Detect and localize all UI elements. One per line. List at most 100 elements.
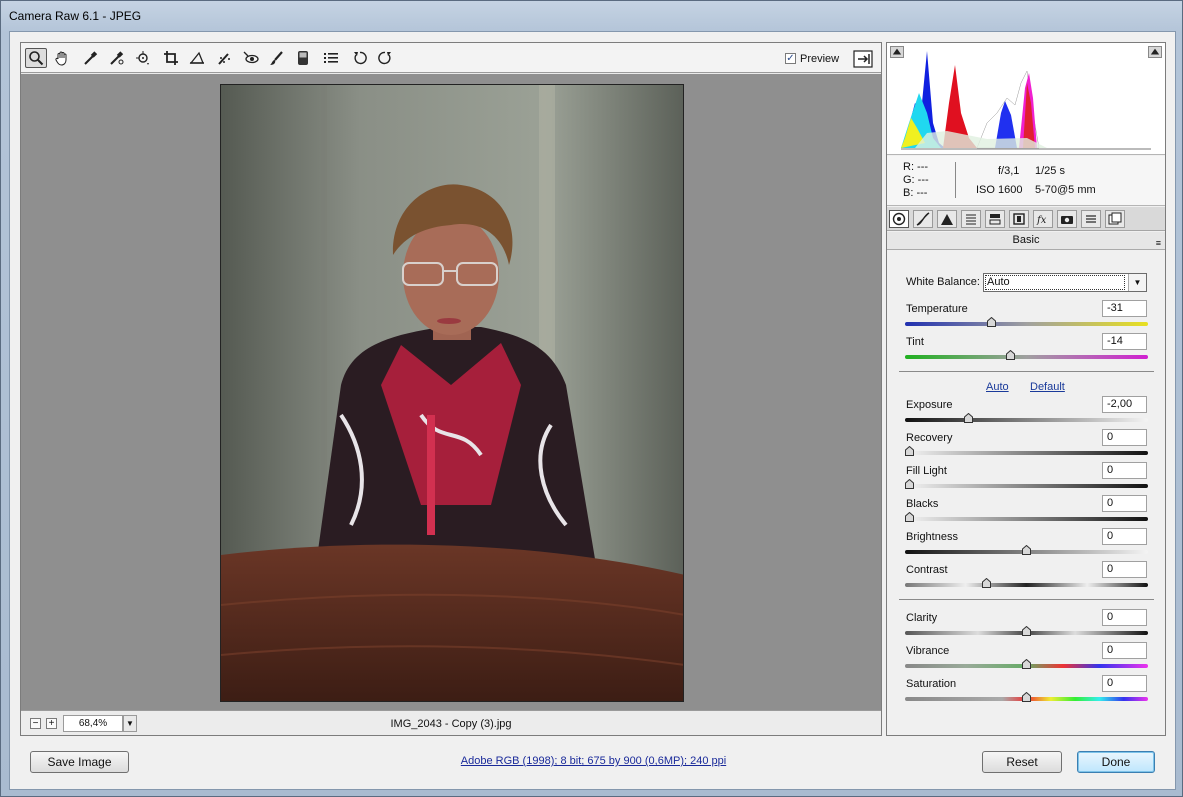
iso-value: ISO 1600 <box>976 184 1023 196</box>
graduated-filter-icon[interactable] <box>292 48 314 68</box>
panel-header: Basic ≡ <box>887 232 1165 250</box>
blacks-slider[interactable] <box>905 517 1148 521</box>
preview-pane: ✓ Preview − + 68,4% ▼ IMG_2043 - Copy (3… <box>20 42 882 736</box>
split-toning-tab-icon[interactable] <box>985 210 1005 228</box>
histogram-graph <box>901 51 1151 150</box>
done-button[interactable]: Done <box>1077 751 1155 773</box>
color-sampler-icon[interactable] <box>105 48 127 68</box>
target-adjust-icon[interactable] <box>132 48 154 68</box>
tint-label: Tint <box>906 336 924 348</box>
brightness-field[interactable]: 0 <box>1102 528 1147 545</box>
contrast-slider[interactable] <box>905 583 1148 587</box>
filename-label: IMG_2043 - Copy (3).jpg <box>390 718 512 730</box>
title-bar[interactable]: Camera Raw 6.1 - JPEG <box>1 1 1182 31</box>
preview-checkbox[interactable]: ✓ <box>785 53 796 64</box>
histogram <box>887 43 1165 155</box>
green-readout: G: --- <box>903 174 929 186</box>
detail-tab-icon[interactable] <box>937 210 957 228</box>
brightness-slider-thumb[interactable] <box>1022 544 1031 555</box>
rotate-right-icon[interactable] <box>374 48 396 68</box>
exposure-label: Exposure <box>906 399 953 411</box>
tone-curve-tab-icon[interactable] <box>913 210 933 228</box>
photo-illustration <box>221 85 683 701</box>
brightness-label: Brightness <box>906 531 958 543</box>
clarity-label: Clarity <box>906 612 938 624</box>
contrast-field[interactable]: 0 <box>1102 561 1147 578</box>
lens-corrections-tab-icon[interactable] <box>1009 210 1029 228</box>
temperature-label: Temperature <box>906 303 968 315</box>
zoom-icon[interactable] <box>25 48 47 68</box>
white-balance-icon[interactable] <box>79 48 101 68</box>
red-readout: R: --- <box>903 161 929 173</box>
tint-field[interactable]: -14 <box>1102 333 1147 350</box>
blacks-slider-thumb[interactable] <box>905 511 914 522</box>
lens-value: 5-70@5 mm <box>1035 184 1096 196</box>
recovery-field[interactable]: 0 <box>1102 429 1147 446</box>
exposure-field[interactable]: -2,00 <box>1102 396 1147 413</box>
recovery-slider[interactable] <box>905 451 1148 455</box>
tint-slider[interactable] <box>905 355 1148 359</box>
white-balance-label: White Balance: <box>906 276 980 288</box>
vibrance-label: Vibrance <box>906 645 950 657</box>
presets-tab-icon[interactable] <box>1081 210 1101 228</box>
aperture-value: f/3,1 <box>998 165 1020 177</box>
snapshots-tab-icon[interactable] <box>1105 210 1125 228</box>
rotate-left-icon[interactable] <box>349 48 371 68</box>
effects-tab-icon[interactable]: fx <box>1033 210 1053 228</box>
white-balance-select[interactable]: Auto ▼ <box>983 273 1147 292</box>
preferences-icon[interactable] <box>320 48 342 68</box>
preview-canvas[interactable] <box>21 74 881 710</box>
readout-divider <box>955 162 956 198</box>
straighten-icon[interactable] <box>186 48 208 68</box>
camera-raw-window: Camera Raw 6.1 - JPEG ✓ Preview − + 68,4… <box>0 0 1183 797</box>
saturation-field[interactable]: 0 <box>1102 675 1147 692</box>
saturation-label: Saturation <box>906 678 957 690</box>
preview-label: Preview <box>800 53 840 65</box>
basic-tab-icon[interactable] <box>889 210 909 228</box>
blue-readout: B: --- <box>903 187 928 199</box>
fill-light-label: Fill Light <box>906 465 947 477</box>
recovery-slider-thumb[interactable] <box>905 445 914 456</box>
red-eye-icon[interactable] <box>240 48 262 68</box>
clarity-field[interactable]: 0 <box>1102 609 1147 626</box>
vibrance-slider-thumb[interactable] <box>1022 658 1031 669</box>
panel-menu-icon[interactable]: ≡ <box>1156 235 1161 252</box>
chevron-down-icon[interactable]: ▼ <box>1128 274 1146 291</box>
reset-button[interactable]: Reset <box>982 751 1062 773</box>
blacks-field[interactable]: 0 <box>1102 495 1147 512</box>
exposure-slider[interactable] <box>905 418 1148 422</box>
fill-light-field[interactable]: 0 <box>1102 462 1147 479</box>
temperature-slider[interactable] <box>905 322 1148 326</box>
panel-title: Basic <box>1012 234 1040 246</box>
readout-panel: R: --- G: --- B: --- f/3,1 1/25 s ISO 16… <box>887 156 1165 206</box>
toolbar: ✓ Preview <box>21 43 881 73</box>
tint-slider-thumb[interactable] <box>1005 349 1015 360</box>
saturation-slider-thumb[interactable] <box>1022 691 1031 702</box>
window-title: Camera Raw 6.1 - JPEG <box>9 9 142 23</box>
hand-icon[interactable] <box>51 48 73 68</box>
default-link[interactable]: Default <box>1030 381 1065 393</box>
adjustment-brush-icon[interactable] <box>266 48 288 68</box>
blacks-label: Blacks <box>906 498 939 510</box>
hsl-tab-icon[interactable] <box>961 210 981 228</box>
panel-tabs: fx <box>887 207 1165 231</box>
auto-link[interactable]: Auto <box>986 381 1009 393</box>
client-area: ✓ Preview − + 68,4% ▼ IMG_2043 - Copy (3… <box>9 31 1176 790</box>
camera-calibration-tab-icon[interactable] <box>1057 210 1077 228</box>
spot-removal-icon[interactable] <box>213 48 235 68</box>
crop-icon[interactable] <box>160 48 182 68</box>
recovery-label: Recovery <box>906 432 953 444</box>
svg-text:fx: fx <box>1036 215 1047 226</box>
fullscreen-icon[interactable] <box>853 50 873 68</box>
fill-light-slider-thumb[interactable] <box>905 478 914 489</box>
workflow-options-link[interactable]: Adobe RGB (1998); 8 bit; 675 by 900 (0,6… <box>461 755 726 767</box>
temperature-field[interactable]: -31 <box>1102 300 1147 317</box>
clarity-slider-thumb[interactable] <box>1022 625 1031 636</box>
temperature-slider-thumb[interactable] <box>986 316 996 327</box>
shutter-value: 1/25 s <box>1035 165 1065 177</box>
contrast-slider-thumb[interactable] <box>982 577 992 588</box>
fill-light-slider[interactable] <box>905 484 1148 488</box>
preview-photo <box>220 84 684 702</box>
vibrance-field[interactable]: 0 <box>1102 642 1147 659</box>
exposure-slider-thumb[interactable] <box>963 412 973 423</box>
